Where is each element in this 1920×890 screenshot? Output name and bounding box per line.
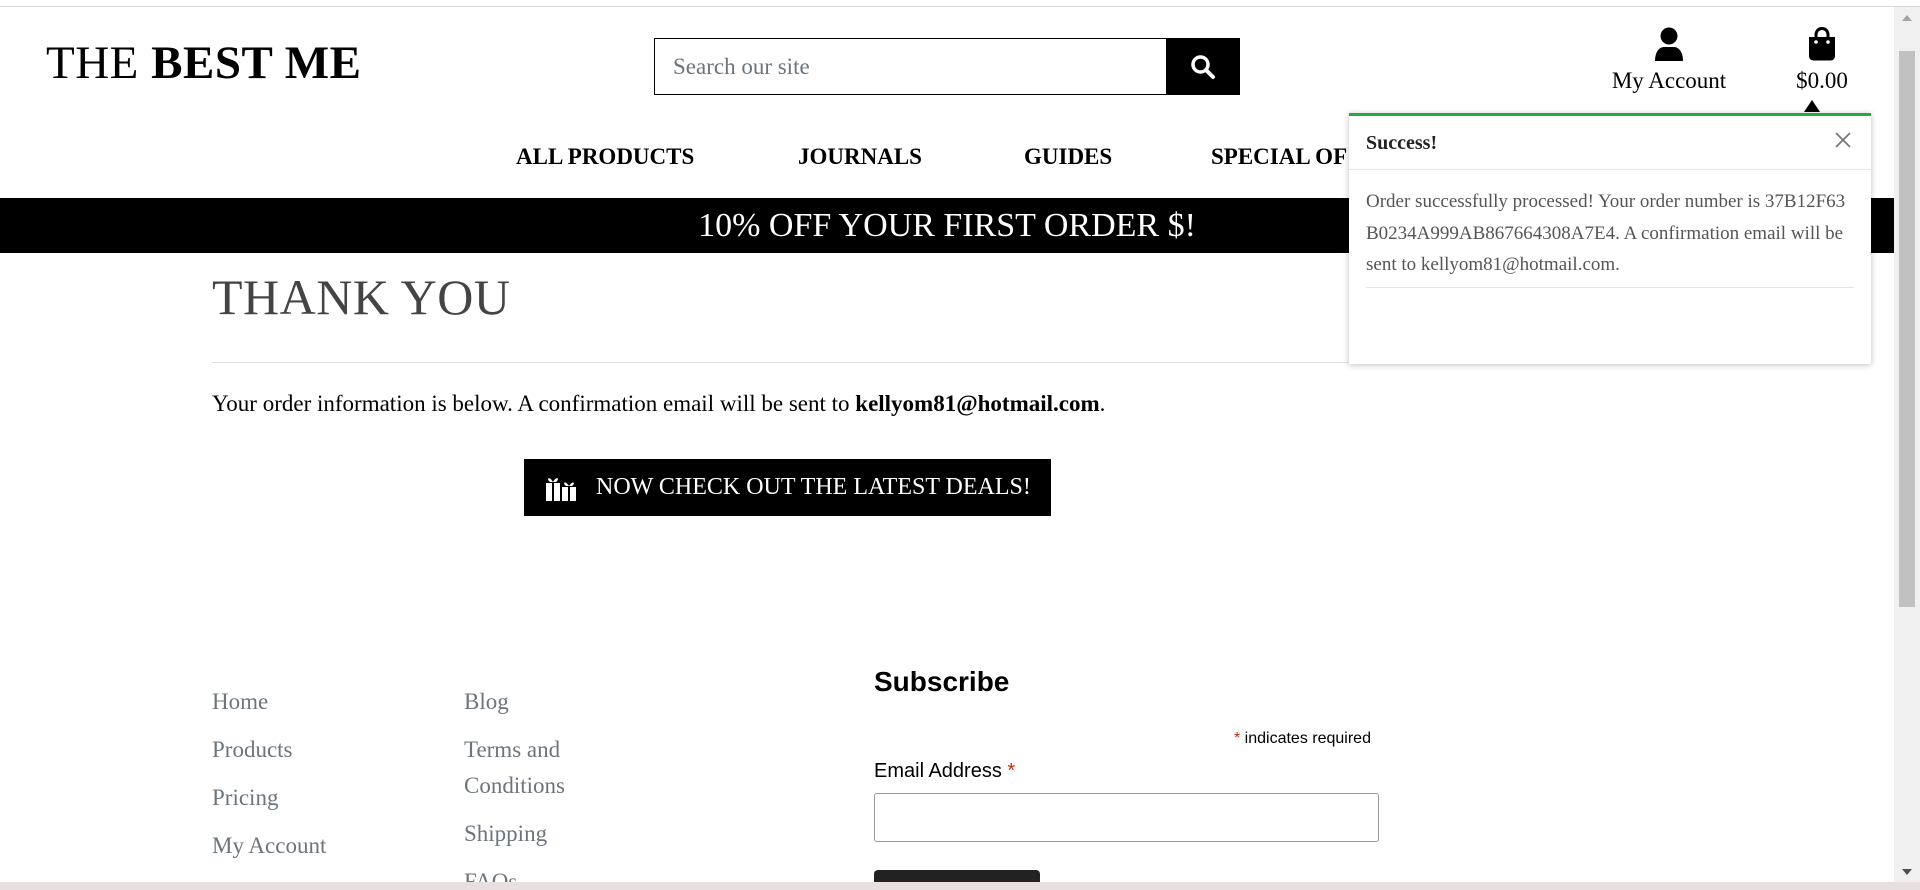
footer-link-conditions[interactable]: Conditions: [464, 768, 565, 804]
window-bottom-border: [0, 882, 1920, 890]
order-info-text: Your order information is below. A confi…: [212, 391, 1105, 417]
logo-bold-text: BEST ME: [151, 37, 362, 89]
toast-title: Success!: [1366, 132, 1438, 154]
toast-message: Order successfully processed! Your order…: [1366, 186, 1854, 288]
cart-total: $0.00: [1796, 68, 1848, 93]
scroll-up-arrow-icon[interactable]: [1894, 7, 1920, 29]
email-label: Email Address *: [874, 760, 1015, 783]
email-label-text: Email Address: [874, 760, 1008, 782]
toast-arrow: [1804, 100, 1820, 112]
footer-link-my-account[interactable]: My Account: [212, 828, 326, 864]
nav-special-offers[interactable]: SPECIAL OF: [1211, 144, 1347, 170]
latest-deals-label: NOW CHECK OUT THE LATEST DEALS!: [596, 474, 1031, 500]
scrollbar-thumb[interactable]: [1899, 51, 1915, 607]
close-icon[interactable]: [1833, 130, 1853, 150]
order-info-email: kellyom81@hotmail.com: [855, 391, 1100, 416]
order-info-end: .: [1099, 391, 1106, 416]
email-required-star: *: [1007, 760, 1016, 782]
my-account-link[interactable]: My Account: [1604, 27, 1734, 94]
success-toast: Success! Order successfully processed! Y…: [1349, 113, 1871, 364]
user-icon: [1655, 27, 1683, 61]
footer-link-shipping[interactable]: Shipping: [464, 816, 547, 852]
shopping-bag-icon: [1809, 26, 1835, 61]
search-icon: [1190, 54, 1215, 79]
required-note: * indicates required: [1234, 730, 1371, 748]
required-note-text: indicates required: [1240, 730, 1371, 747]
footer-link-home[interactable]: Home: [212, 684, 268, 720]
search-button[interactable]: [1166, 39, 1239, 94]
footer-link-blog[interactable]: Blog: [464, 684, 509, 720]
toast-body: Order successfully processed! Your order…: [1349, 170, 1871, 288]
title-divider: [212, 362, 1352, 363]
logo-light-text: THE: [46, 37, 139, 89]
email-field[interactable]: [874, 793, 1379, 842]
vertical-scrollbar[interactable]: [1894, 7, 1920, 883]
search-bar: [654, 38, 1240, 95]
nav-journals[interactable]: JOURNALS: [798, 144, 922, 170]
cart-link[interactable]: $0.00: [1782, 26, 1862, 94]
gifts-icon: [546, 477, 576, 501]
order-info-lead: Your order information is below. A confi…: [212, 391, 856, 416]
my-account-label: My Account: [1611, 68, 1727, 93]
promo-banner-text: 10% OFF YOUR FIRST ORDER $!: [698, 207, 1196, 244]
search-input[interactable]: [655, 39, 1166, 94]
site-logo[interactable]: THE BEST ME: [46, 36, 361, 90]
footer-link-terms[interactable]: Terms and: [464, 732, 560, 768]
nav-all-products[interactable]: ALL PRODUCTS: [516, 144, 694, 170]
footer-link-products[interactable]: Products: [212, 732, 293, 768]
page-title: THANK YOU: [212, 269, 511, 325]
latest-deals-button[interactable]: NOW CHECK OUT THE LATEST DEALS!: [524, 459, 1051, 516]
toast-header: Success!: [1349, 116, 1871, 170]
footer-link-pricing[interactable]: Pricing: [212, 780, 278, 816]
scroll-down-arrow-icon[interactable]: [1894, 861, 1920, 883]
subscribe-title: Subscribe: [874, 666, 1010, 697]
nav-guides[interactable]: GUIDES: [1024, 144, 1112, 170]
